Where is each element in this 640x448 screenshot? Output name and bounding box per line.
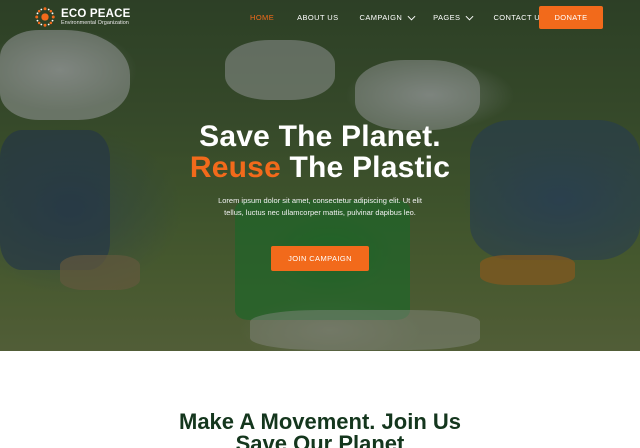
nav-item-label: CONTACT US <box>493 13 546 22</box>
sun-logo-icon <box>35 7 55 27</box>
nav-item-pages[interactable]: PAGES <box>433 13 474 22</box>
chevron-down-icon <box>466 15 474 21</box>
hero-photo-plastic-waste <box>250 310 480 350</box>
hero-description-line1: Lorem ipsum dolor sit amet, consectetur … <box>218 196 422 205</box>
hero-headline-rest: The Plastic <box>280 151 451 184</box>
hero-headline-line1: Save The Planet. <box>199 120 441 153</box>
brand-tagline: Environmental Organization <box>61 19 129 26</box>
top-navigation: ECO PEACE Environmental Organization HOM… <box>0 0 640 36</box>
nav-item-label: ABOUT US <box>297 13 339 22</box>
nav-item-label: HOME <box>250 13 275 22</box>
nav-item-label: PAGES <box>433 13 461 22</box>
nav-item-about-us[interactable]: ABOUT US <box>297 13 338 22</box>
join-campaign-button[interactable]: JOIN CAMPAIGN <box>271 246 369 271</box>
hero-photo-volunteer-shirt-left <box>0 30 130 120</box>
nav-item-home[interactable]: HOME <box>250 13 274 22</box>
donate-button[interactable]: DONATE <box>539 6 603 29</box>
hero-headline-line2: Reuse The Plastic <box>0 151 640 185</box>
nav-menu: HOME ABOUT US CAMPAIGN PAGES CONTACT US <box>250 13 546 22</box>
logo-text: ECO PEACE Environmental Organization <box>61 8 131 27</box>
site-logo[interactable]: ECO PEACE Environmental Organization <box>34 6 131 28</box>
chevron-down-icon <box>407 15 416 21</box>
nav-item-contact-us[interactable]: CONTACT US <box>493 13 545 22</box>
hero-photo-volunteer-shirt-center <box>225 40 335 100</box>
nav-item-label: CAMPAIGN <box>359 13 403 22</box>
section-title-line2: Save Our Planet <box>235 431 405 448</box>
hero-photo-shoe-right <box>480 255 575 285</box>
movement-section: Make A Movement. Join Us Save Our Planet <box>0 351 640 448</box>
hero-photo-shoe-left <box>60 255 140 290</box>
nav-item-campaign[interactable]: CAMPAIGN <box>360 13 417 22</box>
hero-headline-accent: Reuse <box>189 151 281 184</box>
brand-name: ECO PEACE <box>61 7 131 20</box>
hero-description-line2: tellus, luctus nec ullamcorper mattis, p… <box>224 208 416 217</box>
hero-description: Lorem ipsum dolor sit amet, consectetur … <box>200 195 440 219</box>
